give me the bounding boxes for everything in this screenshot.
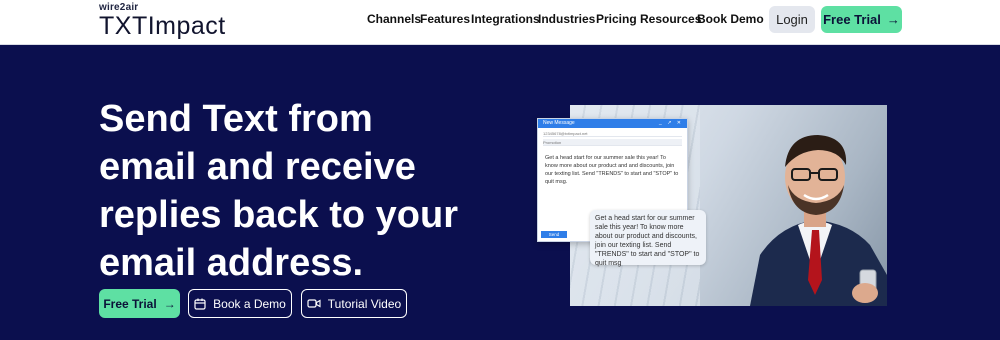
free-trial-label: Free Trial <box>103 296 157 311</box>
arrow-right-icon: → <box>886 12 900 27</box>
window-controls-icon: _ ↗ ✕ <box>659 120 683 126</box>
logo-wordmark: TXTImpact <box>99 12 226 40</box>
email-window-title: New Message <box>543 120 575 126</box>
headline-line-3: replies back to your <box>99 194 459 236</box>
calendar-icon <box>194 298 206 310</box>
book-demo-button[interactable]: Book a Demo <box>188 289 292 318</box>
email-to-field: 12345678@txtimpact.net <box>543 130 682 137</box>
nav-pricing[interactable]: Pricing <box>596 12 637 26</box>
nav-book-demo[interactable]: Book Demo <box>697 12 764 26</box>
email-send-button: Send <box>541 231 567 238</box>
email-body-text: Get a head start for our summer sale thi… <box>545 155 679 185</box>
email-subject-field: Promotion <box>543 139 682 146</box>
tutorial-video-button[interactable]: Tutorial Video <box>301 289 407 318</box>
sms-message-bubble: Get a head start for our summer sale thi… <box>590 210 706 267</box>
tutorial-video-label: Tutorial Video <box>327 296 402 311</box>
free-trial-header-label: Free Trial <box>823 12 881 27</box>
free-trial-button[interactable]: Free Trial → <box>99 289 180 318</box>
nav-channels[interactable]: Channels <box>367 12 421 26</box>
video-camera-icon <box>307 299 321 308</box>
nav-integrations[interactable]: Integrations <box>471 12 540 26</box>
headline-line-1: Send Text from <box>99 98 373 140</box>
nav-features[interactable]: Features <box>420 12 470 26</box>
login-button[interactable]: Login <box>769 6 815 33</box>
nav-industries[interactable]: Industries <box>538 12 595 26</box>
headline-line-2: email and receive <box>99 146 416 188</box>
arrow-right-icon: → <box>163 296 176 311</box>
smiling-man-with-phone-image <box>750 135 887 306</box>
headline-line-4: email address. <box>99 242 364 284</box>
top-navigation-bar: wire2air TXTImpact Channels Features Int… <box>0 0 1000 45</box>
hero-headline: Send Text from email and receive replies… <box>99 95 489 287</box>
email-title-bar: New Message _ ↗ ✕ <box>538 119 687 128</box>
free-trial-header-button[interactable]: Free Trial → <box>821 6 902 33</box>
book-demo-label: Book a Demo <box>213 296 286 311</box>
nav-resources[interactable]: Resources <box>640 12 701 26</box>
